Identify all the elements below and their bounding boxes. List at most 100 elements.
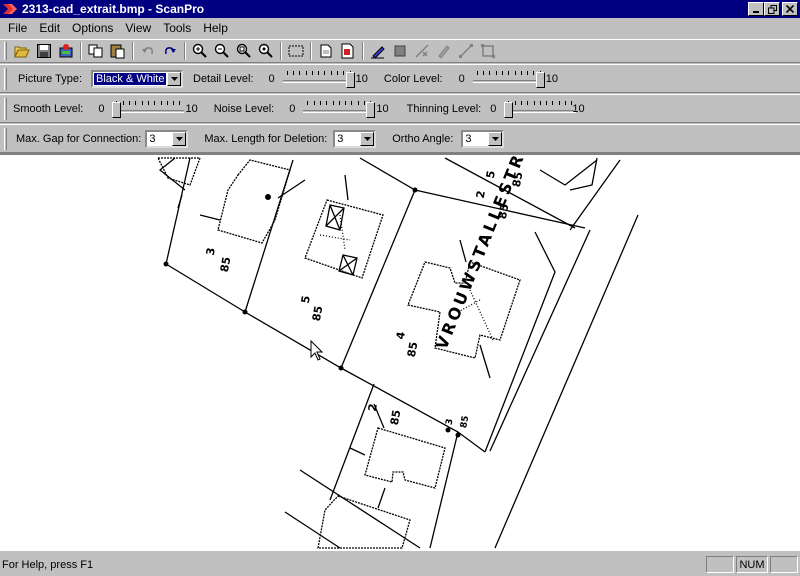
color-level-slider[interactable] (472, 68, 545, 90)
smooth-level-slider[interactable] (112, 98, 185, 120)
slider-tick (135, 100, 137, 105)
slider-thumb[interactable] (112, 101, 122, 118)
parcel-line (429, 431, 459, 549)
slider-track (472, 79, 545, 83)
parcel-line (165, 263, 486, 453)
page-settings-button[interactable] (337, 41, 359, 61)
slider-thumb[interactable] (504, 101, 514, 118)
ortho-angle-select[interactable]: 3 (461, 129, 505, 148)
smooth-level-max: 10 (185, 102, 198, 115)
menu-options[interactable]: Options (66, 21, 119, 35)
thinning-level-slider[interactable] (504, 98, 577, 120)
status-bar: For Help, press F1 NUM (0, 553, 800, 576)
building-outline (156, 157, 201, 186)
dropdown-arrow[interactable] (167, 71, 181, 86)
parcel-section-label: 85 (217, 255, 234, 274)
page-icon (320, 44, 332, 58)
slider-tick (501, 70, 503, 75)
vector-params-toolbar: Max. Gap for Connection: 3 Max. Length f… (0, 124, 800, 153)
menu-view[interactable]: View (119, 21, 157, 35)
slider-tick (476, 70, 478, 75)
slider-tick (307, 100, 309, 105)
line-button[interactable] (455, 41, 477, 61)
toolbar-grip[interactable] (4, 97, 7, 120)
detail-level-min: 0 (268, 72, 275, 85)
close-button[interactable] (782, 2, 798, 16)
menu-file[interactable]: File (2, 21, 33, 35)
detail-level-max: 10 (355, 72, 368, 85)
slider-thumb[interactable] (535, 71, 545, 88)
slider-tick (326, 100, 328, 105)
max-gap-select[interactable]: 3 (145, 129, 189, 148)
fill-button[interactable] (389, 41, 411, 61)
scanpro-app-icon[interactable] (2, 2, 18, 16)
picture-type-select[interactable]: Black & White (91, 69, 183, 88)
slider-tick (527, 100, 529, 105)
zoom-window-button[interactable] (255, 41, 277, 61)
toolbar-grip[interactable] (4, 127, 7, 150)
building-outline (364, 427, 446, 489)
survey-point (338, 365, 344, 371)
chevron-down-icon (363, 136, 371, 141)
parcel-section-label: 85 (387, 408, 404, 427)
select-rect-button[interactable] (285, 41, 307, 61)
redo-icon (165, 47, 176, 55)
fill-icon (394, 45, 406, 57)
zoom-in-button[interactable] (189, 41, 211, 61)
detail-level-slider[interactable] (282, 68, 355, 90)
slider-thumb[interactable] (345, 71, 355, 88)
slider-tick (565, 100, 567, 105)
menu-tools[interactable]: Tools (157, 21, 197, 35)
slider-tick (154, 100, 156, 105)
slider-tick (299, 70, 301, 75)
status-panel-scroll (770, 556, 798, 573)
parcel-line (299, 469, 421, 549)
erase-line-icon (415, 44, 429, 58)
parcel-line (329, 383, 375, 501)
parcel-section-label: 85 (404, 340, 421, 359)
erase-line-button[interactable] (411, 41, 433, 61)
noise-level-slider[interactable] (303, 98, 376, 120)
color-level-min: 0 (458, 72, 465, 85)
dropdown-arrow[interactable] (360, 131, 375, 146)
dropdown-arrow[interactable] (488, 131, 503, 146)
slider-tick (313, 100, 315, 105)
slider-tick (122, 100, 124, 105)
save-button[interactable] (33, 41, 55, 61)
paste-button[interactable] (107, 41, 129, 61)
slider-tick (318, 70, 320, 75)
toolbar-grip[interactable] (4, 67, 7, 90)
rect-button[interactable] (477, 41, 499, 61)
zoom-fit-button[interactable] (233, 41, 255, 61)
dropdown-arrow[interactable] (172, 131, 187, 146)
pen-button[interactable] (367, 41, 389, 61)
slider-ticks (303, 100, 375, 105)
parcel-section-label: 85 (459, 414, 472, 430)
copy-button[interactable] (85, 41, 107, 61)
slider-thumb[interactable] (366, 101, 376, 118)
thinning-level-min: 0 (490, 102, 497, 115)
menu-help[interactable]: Help (197, 21, 234, 35)
restore-button[interactable] (764, 2, 780, 16)
pencil-icon (438, 45, 450, 59)
parcel-line (340, 189, 416, 369)
scan-button[interactable] (55, 41, 77, 61)
menu-edit[interactable]: Edit (33, 21, 66, 35)
parcel-line (359, 157, 586, 229)
rect-icon (481, 44, 495, 58)
open-button[interactable] (11, 41, 33, 61)
max-length-select[interactable]: 3 (333, 129, 377, 148)
toolbar-grip[interactable] (4, 42, 7, 60)
redo-button[interactable] (159, 41, 181, 61)
undo-button[interactable] (137, 41, 159, 61)
zoom-out-button[interactable] (211, 41, 233, 61)
minimize-button[interactable] (748, 2, 764, 16)
slider-tick (533, 70, 535, 75)
pencil-button[interactable] (433, 41, 455, 61)
parcel-line (539, 159, 598, 186)
slider-tick (558, 100, 560, 105)
interior-line (319, 214, 351, 251)
image-canvas[interactable]: VROUWSTALLESTRAAT 3 85 5 85 4 85 2 85 2 … (0, 153, 800, 551)
page-button[interactable] (315, 41, 337, 61)
chevron-down-icon (170, 76, 178, 81)
